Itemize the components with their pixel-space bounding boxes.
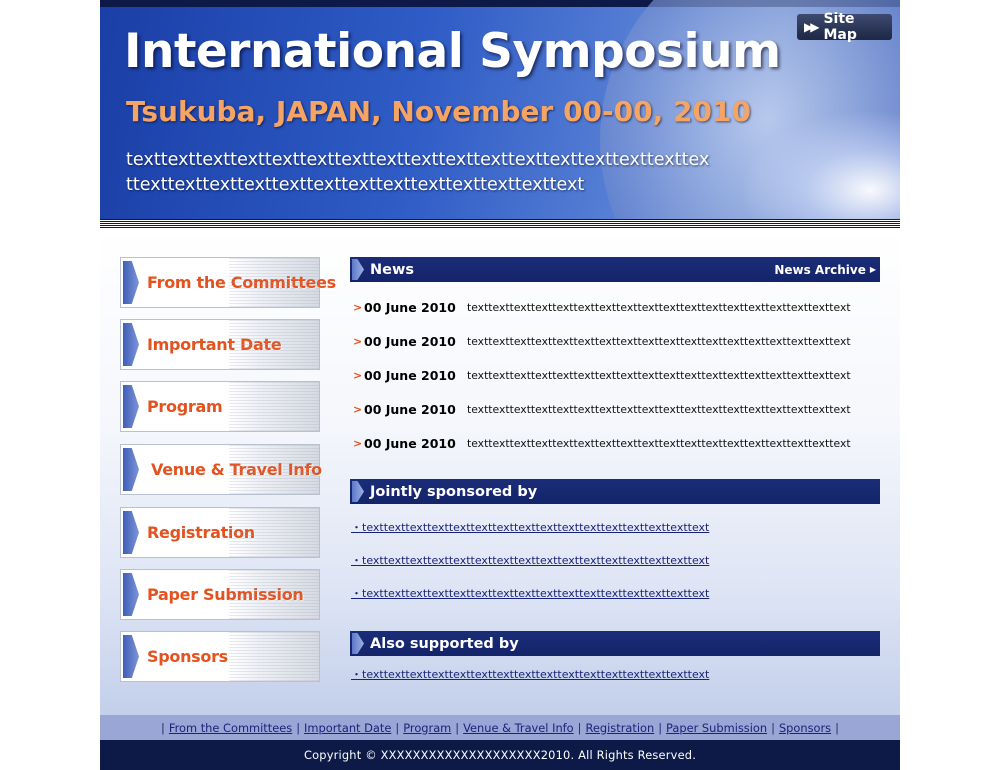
sponsor-link[interactable]: ・texttexttexttexttexttexttexttexttexttex…	[351, 552, 709, 568]
sponsor-link[interactable]: ・texttexttexttexttexttexttexttexttexttex…	[351, 519, 709, 535]
header-divider-lines	[100, 219, 900, 228]
sidebar-item-label: Important Date	[147, 335, 282, 354]
news-item[interactable]: > 00 June 2010 texttexttexttexttexttextt…	[350, 331, 880, 351]
triangle-right-icon: ▶	[869, 265, 876, 274]
footer-link-registration[interactable]: Registration	[586, 721, 655, 735]
footer-link-from-the-committees[interactable]: From the Committees	[169, 721, 292, 735]
site-title: International Symposium	[124, 24, 781, 79]
footer-separator: |	[658, 720, 663, 735]
footer-separator: |	[296, 720, 301, 735]
jointly-sponsored-heading: Jointly sponsored by	[370, 483, 538, 500]
sidebar-item-venue-travel-info[interactable]: Venue & Travel Info	[120, 444, 322, 495]
footer-link-important-date[interactable]: Important Date	[304, 721, 391, 735]
footer-separator: |	[835, 720, 839, 735]
sidebar-item-label: Sponsors	[147, 647, 228, 666]
jointly-sponsored-heading-bar: Jointly sponsored by	[350, 479, 880, 504]
heading-arrow-icon	[352, 481, 364, 502]
site-description: texttexttexttexttexttexttexttexttexttext…	[126, 150, 710, 195]
footer-link-program[interactable]: Program	[403, 721, 451, 735]
heading-arrow-icon	[352, 633, 364, 654]
sidebar-item-label: Venue & Travel Info	[151, 460, 322, 479]
footer-link-venue-travel-info[interactable]: Venue & Travel Info	[463, 721, 574, 735]
news-text: texttexttexttexttexttexttexttexttexttext…	[467, 368, 851, 382]
sidebar-item-paper-submission[interactable]: Paper Submission	[120, 569, 320, 620]
news-archive-link[interactable]: News Archive ▶	[774, 257, 876, 282]
chevron-right-icon: >	[353, 300, 363, 314]
footer-separator: |	[455, 720, 460, 735]
footer-link-sponsors[interactable]: Sponsors	[779, 721, 831, 735]
tab-arrow-icon	[123, 573, 139, 616]
chevron-right-icon: >	[353, 402, 363, 416]
news-date: 00 June 2010	[364, 401, 456, 417]
copyright-text: Copyright © XXXXXXXXXXXXXXXXXXXX2010. Al…	[303, 748, 697, 762]
news-text: texttexttexttexttexttexttexttexttexttext…	[467, 334, 851, 348]
news-item[interactable]: > 00 June 2010 texttexttexttexttexttextt…	[350, 433, 880, 453]
footer-separator: |	[161, 720, 165, 735]
sidebar-item-label: From the Committees	[147, 273, 336, 292]
sidebar-item-program[interactable]: Program	[120, 381, 320, 432]
news-date: 00 June 2010	[364, 367, 456, 383]
site-map-label: Site Map	[823, 11, 857, 43]
content-area: From the Committees Important Date Progr…	[100, 228, 900, 715]
news-item[interactable]: > 00 June 2010 texttexttexttexttexttextt…	[350, 365, 880, 385]
site-subtitle: Tsukuba, JAPAN, November 00-00, 2010	[126, 95, 751, 128]
chevron-right-icon: >	[353, 334, 363, 348]
footer-nav: | From the Committees | Important Date |…	[100, 715, 900, 740]
chevron-right-icon: >	[353, 436, 363, 450]
chevron-right-icon: >	[353, 368, 363, 382]
news-item[interactable]: > 00 June 2010 texttexttexttexttexttextt…	[350, 297, 880, 317]
also-supported-heading-bar: Also supported by	[350, 631, 880, 656]
tab-arrow-icon	[123, 511, 139, 554]
sidebar-item-label: Paper Submission	[147, 585, 304, 604]
sidebar-item-registration[interactable]: Registration	[120, 507, 320, 558]
sidebar-item-important-date[interactable]: Important Date	[120, 319, 320, 370]
copyright-bar: Copyright © XXXXXXXXXXXXXXXXXXXX2010. Al…	[100, 740, 900, 770]
tab-arrow-icon	[123, 323, 139, 366]
sidebar-item-label: Program	[147, 397, 223, 416]
fast-forward-icon: ▶▶	[804, 20, 820, 34]
tab-arrow-icon	[123, 635, 139, 678]
sidebar-item-sponsors[interactable]: Sponsors	[120, 631, 320, 682]
news-item[interactable]: > 00 June 2010 texttexttexttexttexttextt…	[350, 399, 880, 419]
footer-separator: |	[577, 720, 582, 735]
tab-arrow-icon	[123, 385, 139, 428]
sidebar-item-from-the-committees[interactable]: From the Committees	[120, 257, 336, 308]
news-heading: News	[370, 261, 414, 278]
sponsor-link[interactable]: ・texttexttexttexttexttexttexttexttexttex…	[351, 585, 709, 601]
footer-separator: |	[395, 720, 400, 735]
news-heading-bar: News News Archive ▶	[350, 257, 880, 282]
news-text: texttexttexttexttexttexttexttexttexttext…	[467, 402, 851, 416]
heading-arrow-icon	[352, 259, 364, 280]
site-map-button[interactable]: ▶▶ Site Map	[797, 11, 892, 43]
news-date: 00 June 2010	[364, 333, 456, 349]
news-text: texttexttexttexttexttexttexttexttexttext…	[467, 436, 851, 450]
page: International Symposium Tsukuba, JAPAN, …	[100, 0, 900, 770]
tab-arrow-icon	[123, 448, 139, 491]
header-banner: International Symposium Tsukuba, JAPAN, …	[100, 0, 900, 228]
sidebar-item-label: Registration	[147, 523, 255, 542]
supporter-link[interactable]: ・texttexttexttexttexttexttexttexttexttex…	[351, 666, 709, 682]
also-supported-heading: Also supported by	[370, 635, 519, 652]
news-text: texttexttexttexttexttexttexttexttexttext…	[467, 300, 851, 314]
news-date: 00 June 2010	[364, 299, 456, 315]
footer-separator: |	[771, 720, 775, 735]
tab-arrow-icon	[123, 261, 139, 304]
footer-link-paper-submission[interactable]: Paper Submission	[666, 721, 767, 735]
news-archive-label: News Archive	[774, 262, 866, 277]
news-date: 00 June 2010	[364, 435, 456, 451]
